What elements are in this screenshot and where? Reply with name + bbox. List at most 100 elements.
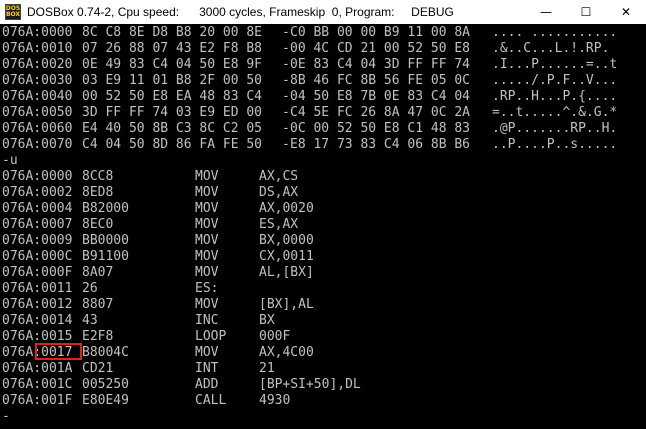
disasm-mnemonic: LOOP xyxy=(195,329,227,344)
disasm-address: 076A:0000 xyxy=(2,169,73,184)
dump-address: 076A:0060 xyxy=(2,121,73,136)
dump-ascii: .&..C...L.!.RP. xyxy=(492,41,610,56)
dump-hex-right: 0E 83 C4 04 3D FF FF 74 xyxy=(290,57,471,72)
disasm-line: 076A:0007 8EC0 MOV ES,AX xyxy=(2,217,298,233)
disasm-address: 076A:001C xyxy=(2,377,73,392)
disasm-machine-code: E80E49 xyxy=(82,393,129,408)
disasm-line: 076A:0009 BB0000 MOV BX,0000 xyxy=(2,233,314,249)
disasm-machine-code: BB0000 xyxy=(82,233,129,248)
dump-line: 076A:0030 03 E9 11 01 B8 2F 00 50 - 8B 4… xyxy=(2,73,617,89)
disasm-mnemonic: MOV xyxy=(195,233,219,248)
dump-separator: - xyxy=(282,89,290,104)
maximize-icon: ☐ xyxy=(580,5,592,19)
disasm-mnemonic: INT xyxy=(195,361,219,376)
dump-hex-right: 04 50 E8 7B 0E 83 C4 04 xyxy=(290,89,471,104)
maximize-button[interactable]: ☐ xyxy=(566,0,606,24)
command-line: -u xyxy=(2,153,49,169)
disasm-line: 076A:001C 005250 ADD [BP+SI+50],DL xyxy=(2,377,361,393)
disasm-mnemonic: ADD xyxy=(195,377,219,392)
disasm-operands: ES,AX xyxy=(259,217,299,232)
disasm-machine-code: CD21 xyxy=(82,361,114,376)
dump-ascii: ...../.P.F..V... xyxy=(492,73,618,88)
dump-line: 076A:0040 00 52 50 E8 EA 48 83 C4 - 04 5… xyxy=(2,89,617,105)
dump-line: 076A:0070 C4 04 50 8D 86 FA FE 50 - E8 1… xyxy=(2,137,617,153)
disasm-operands: CX,0011 xyxy=(259,249,314,264)
dump-separator: - xyxy=(282,41,290,56)
input-prompt-line[interactable]: - xyxy=(2,409,49,425)
close-icon: ✕ xyxy=(620,5,632,19)
disasm-machine-code: B8004C xyxy=(82,345,129,360)
dump-separator: - xyxy=(282,25,290,40)
dump-ascii: .... ........... xyxy=(492,25,618,40)
disasm-mnemonic: MOV xyxy=(195,169,219,184)
disasm-machine-code: 8CC8 xyxy=(82,169,114,184)
dump-ascii: .I...P......=..t xyxy=(492,57,618,72)
disasm-address: 076A:001F xyxy=(2,393,73,408)
disasm-machine-code: B91100 xyxy=(82,249,129,264)
dump-separator: - xyxy=(282,105,290,120)
dump-hex-right: C0 BB 00 00 B9 11 00 8A xyxy=(290,25,471,40)
disasm-mnemonic: MOV xyxy=(195,297,219,312)
disasm-address: 076A:0011 xyxy=(2,281,73,296)
command-text: -u xyxy=(2,153,18,168)
dump-separator: - xyxy=(282,121,290,136)
disasm-line: 076A:001A CD21 INT 21 xyxy=(2,361,275,377)
disasm-machine-code: E2F8 xyxy=(82,329,114,344)
dump-hex-left: 03 E9 11 01 B8 2F 00 50 xyxy=(82,73,263,88)
dump-hex-left: E4 40 50 8B C3 8C C2 05 xyxy=(82,121,263,136)
highlight-box xyxy=(35,343,82,360)
disasm-mnemonic: MOV xyxy=(195,185,219,200)
disasm-operands: BX,0000 xyxy=(259,233,314,248)
dump-hex-left: C4 04 50 8D 86 FA FE 50 xyxy=(82,137,263,152)
disasm-line: 076A:0000 8CC8 MOV AX,CS xyxy=(2,169,298,185)
disasm-machine-code: 8A07 xyxy=(82,265,114,280)
disasm-address: 076A:000F xyxy=(2,265,73,280)
dump-address: 076A:0000 xyxy=(2,25,73,40)
minimize-button[interactable]: — xyxy=(526,0,566,24)
disasm-line: 076A:0012 8807 MOV [BX],AL xyxy=(2,297,314,313)
title-bar[interactable]: DOS BOX DOSBox 0.74-2, Cpu speed: 3000 c… xyxy=(0,0,646,24)
disasm-operands: AL,[BX] xyxy=(259,265,314,280)
disasm-mnemonic: MOV xyxy=(195,201,219,216)
disasm-operands: DS,AX xyxy=(259,185,299,200)
dump-line: 076A:0060 E4 40 50 8B C3 8C C2 05 - 0C 0… xyxy=(2,121,617,137)
disasm-line: 076A:0004 B82000 MOV AX,0020 xyxy=(2,201,314,217)
dosbox-icon: DOS BOX xyxy=(5,4,21,20)
dump-hex-right: 0C 00 52 50 E8 C1 48 83 xyxy=(290,121,471,136)
dump-separator: - xyxy=(282,57,290,72)
dump-separator: - xyxy=(282,137,290,152)
disasm-line: 076A:0014 43 INC BX xyxy=(2,313,275,329)
disasm-address: 076A:0009 xyxy=(2,233,73,248)
disasm-mnemonic: MOV xyxy=(195,249,219,264)
disasm-machine-code: 26 xyxy=(82,281,98,296)
dump-line: 076A:0010 07 26 88 07 43 E2 F8 B8 - 00 4… xyxy=(2,41,609,57)
disasm-machine-code: 43 xyxy=(82,313,98,328)
dump-hex-right: E8 17 73 83 C4 06 8B B6 xyxy=(290,137,471,152)
dump-line: 076A:0050 3D FF FF 74 03 E9 ED 00 - C4 5… xyxy=(2,105,617,121)
disasm-operands: AX,0020 xyxy=(259,201,314,216)
dump-address: 076A:0030 xyxy=(2,73,73,88)
dump-address: 076A:0020 xyxy=(2,57,73,72)
input-prompt: - xyxy=(2,409,10,424)
disasm-mnemonic: INC xyxy=(195,313,219,328)
disasm-operands: [BX],AL xyxy=(259,297,314,312)
disasm-machine-code: 8807 xyxy=(82,297,114,312)
disasm-operands: 21 xyxy=(259,361,275,376)
disasm-operands: 000F xyxy=(259,329,291,344)
disasm-address: 076A:001A xyxy=(2,361,73,376)
close-button[interactable]: ✕ xyxy=(606,0,646,24)
disasm-line: 076A:001F E80E49 CALL 4930 xyxy=(2,393,290,409)
dump-ascii: .@P.......RP..H. xyxy=(492,121,618,136)
dump-hex-right: C4 5E FC 26 8A 47 0C 2A xyxy=(290,105,471,120)
dump-address: 076A:0070 xyxy=(2,137,73,152)
dump-hex-right: 8B 46 FC 8B 56 FE 05 0C xyxy=(290,73,471,88)
dump-hex-left: 3D FF FF 74 03 E9 ED 00 xyxy=(82,105,263,120)
disasm-machine-code: 8ED8 xyxy=(82,185,114,200)
disasm-mnemonic: MOV xyxy=(195,265,219,280)
dump-separator: - xyxy=(282,73,290,88)
disasm-address: 076A:0002 xyxy=(2,185,73,200)
debug-console[interactable]: 076A:0000 8C C8 8E D8 B8 20 00 8E - C0 B… xyxy=(2,25,644,429)
dump-address: 076A:0050 xyxy=(2,105,73,120)
disasm-operands: AX,CS xyxy=(259,169,299,184)
dump-address: 076A:0010 xyxy=(2,41,73,56)
